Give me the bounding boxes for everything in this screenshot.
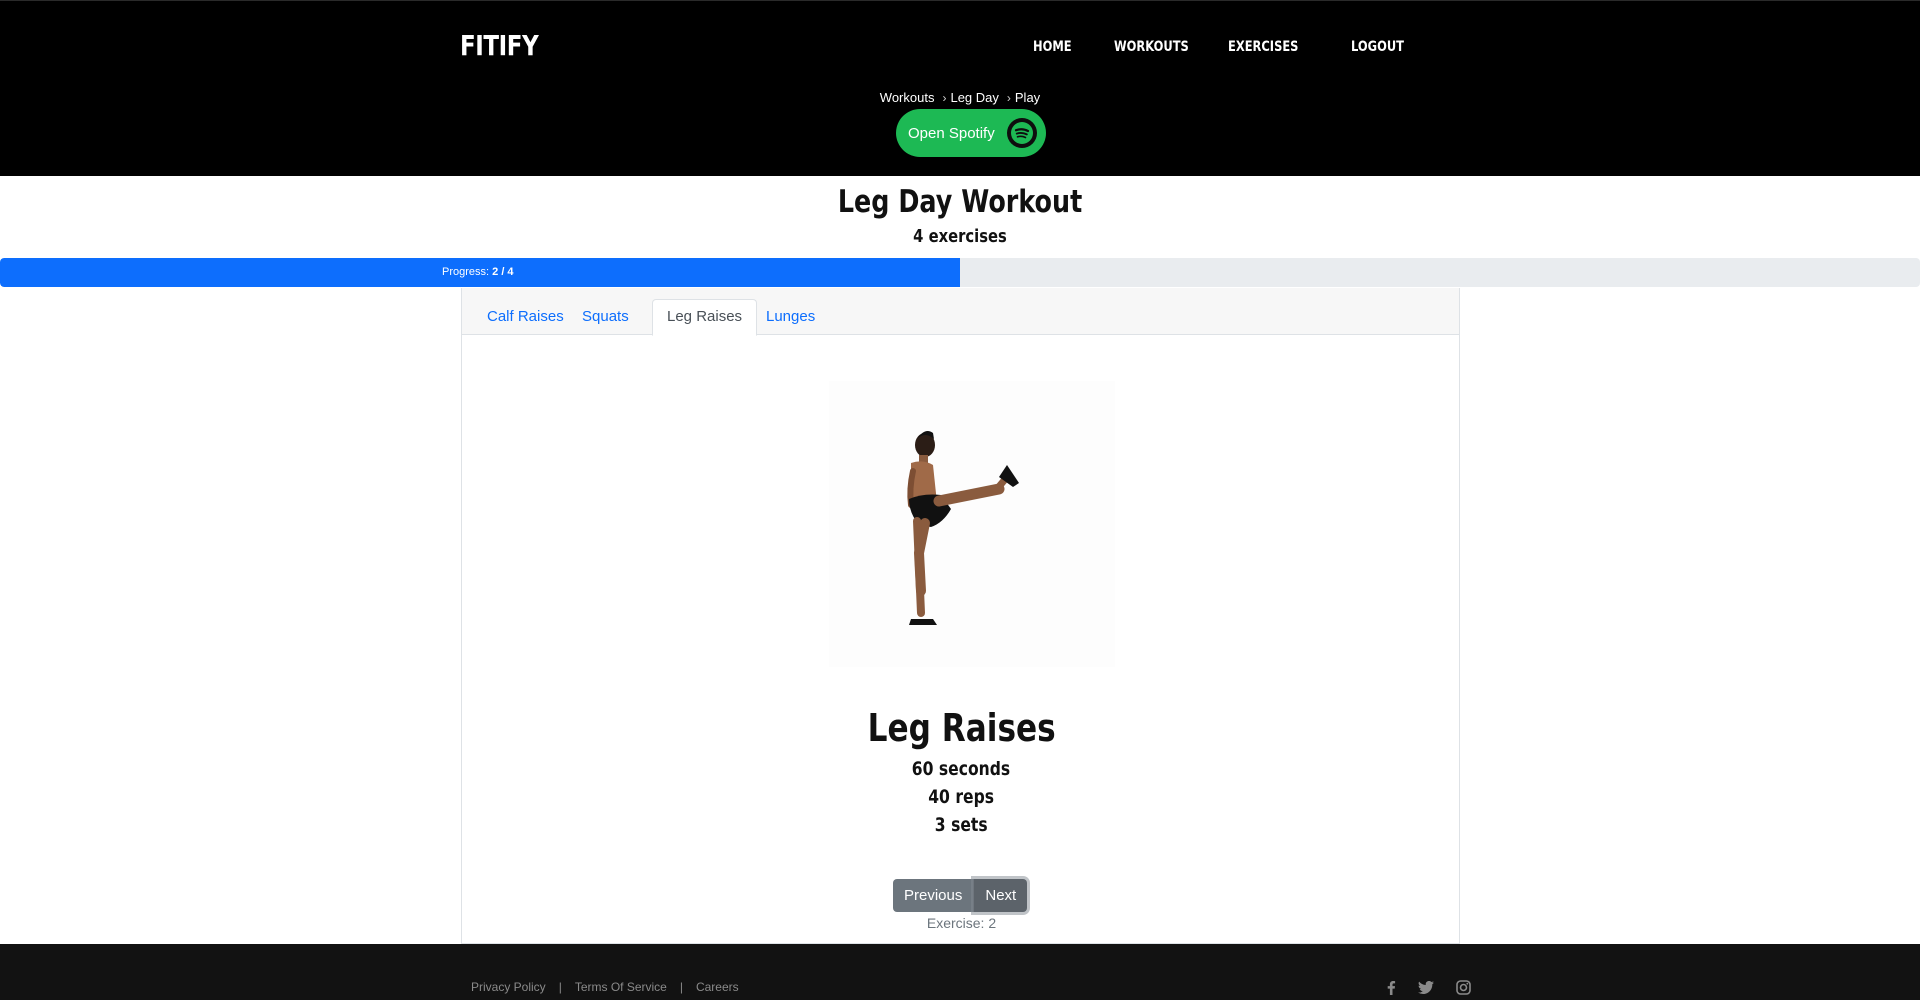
breadcrumb-separator: ›	[1006, 91, 1011, 105]
breadcrumb: Workouts › Leg Day › Play	[0, 90, 1920, 105]
exercise-count: 4 exercises	[913, 226, 1007, 247]
nav-home[interactable]: HOME	[1033, 39, 1072, 55]
exercise-tabs: Calf Raises Squats Leg Raises Lunges	[462, 288, 1459, 336]
footer-links: Privacy Policy | Terms Of Service | Careers	[471, 980, 739, 994]
open-spotify-label: Open Spotify	[908, 124, 995, 142]
progress-bar: Progress: 2 / 4	[0, 258, 1920, 287]
footer-privacy-link[interactable]: Privacy Policy	[471, 980, 546, 994]
exercise-name: Leg Raises	[462, 706, 1461, 750]
workout-title: Leg Day Workout	[837, 184, 1083, 220]
nav-exercises[interactable]: EXERCISES	[1228, 39, 1298, 55]
twitter-icon[interactable]	[1417, 978, 1435, 996]
exercise-image	[829, 381, 1115, 667]
main-nav: HOME WORKOUTS EXERCISES LOGOUT	[0, 39, 1920, 59]
open-spotify-button[interactable]: Open Spotify	[896, 109, 1046, 157]
exercise-duration-text: 60 seconds	[912, 758, 1011, 780]
tab-calf-raises[interactable]: Calf Raises	[472, 299, 579, 335]
exercise-sets: 3 sets	[462, 814, 1461, 836]
facebook-icon[interactable]	[1382, 978, 1400, 996]
nav-logout[interactable]: LOGOUT	[1351, 39, 1404, 55]
exercise-reps: 40 reps	[462, 786, 1461, 808]
site-header: FITIFY HOME WORKOUTS EXERCISES LOGOUT Wo…	[0, 0, 1920, 176]
progress-label: Progress:	[442, 266, 490, 278]
breadcrumb-current: Play	[1014, 90, 1041, 105]
previous-button[interactable]: Previous	[893, 879, 975, 912]
progress-value: 2 / 4	[492, 266, 514, 278]
footer-careers-link[interactable]: Careers	[696, 980, 739, 994]
exercise-duration: 60 seconds	[462, 758, 1461, 780]
progress-text: Progress: 2 / 4	[442, 266, 514, 278]
site-footer: Privacy Policy | Terms Of Service | Careers	[0, 944, 1920, 1000]
exercise-reps-text: 40 reps	[928, 786, 995, 808]
tab-leg-raises[interactable]: Leg Raises	[652, 299, 758, 336]
breadcrumb-separator: ›	[942, 91, 947, 105]
next-button[interactable]: Next	[974, 879, 1028, 912]
footer-divider: |	[679, 980, 683, 994]
instagram-icon[interactable]	[1454, 978, 1472, 996]
breadcrumb-workouts[interactable]: Workouts	[880, 90, 935, 105]
workout-heading: Leg Day Workout 4 exercises	[0, 184, 1920, 247]
exercise-sets-text: 3 sets	[935, 814, 988, 836]
nav-workouts[interactable]: WORKOUTS	[1114, 39, 1189, 55]
tab-lunges[interactable]: Lunges	[751, 299, 830, 335]
spotify-icon	[1007, 118, 1037, 148]
exercise-nav-buttons: Previous Next	[893, 879, 1028, 912]
exercise-index: Exercise: 2	[926, 915, 997, 931]
exercise-card: Calf Raises Squats Leg Raises Lunges Leg…	[461, 288, 1460, 944]
exercise-name-text: Leg Raises	[867, 706, 1056, 750]
footer-terms-link[interactable]: Terms Of Service	[575, 980, 667, 994]
footer-divider: |	[558, 980, 562, 994]
breadcrumb-leg-day[interactable]: Leg Day	[950, 90, 998, 105]
tab-squats[interactable]: Squats	[567, 299, 644, 335]
